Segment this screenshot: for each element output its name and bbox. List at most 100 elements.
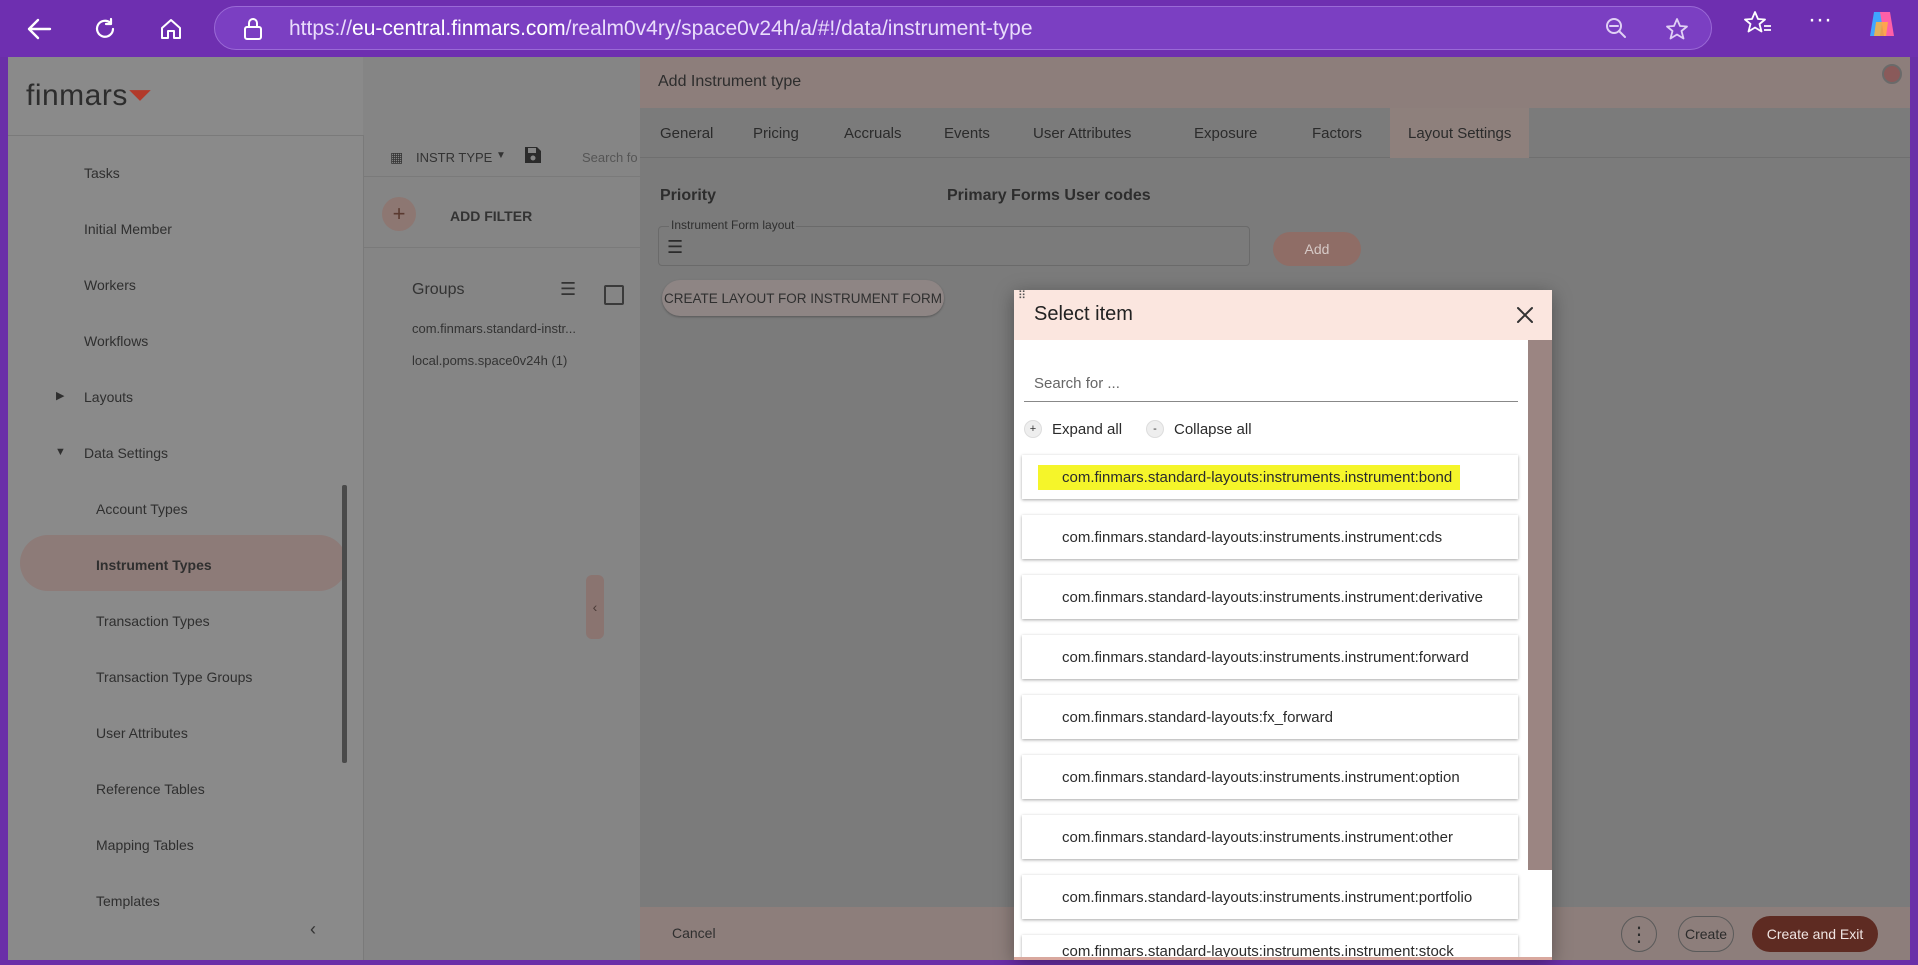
tab-general[interactable]: General: [642, 108, 731, 158]
group-item[interactable]: local.poms.space0v24h (1): [412, 353, 567, 368]
list-item[interactable]: com.finmars.standard-layouts:fx_forward: [1022, 695, 1518, 739]
refresh-icon[interactable]: [86, 10, 124, 48]
url-text[interactable]: https://eu-central.finmars.com/realm0v4r…: [289, 17, 1033, 41]
priority-label: Priority: [660, 187, 717, 204]
tab-factors[interactable]: Factors: [1294, 108, 1380, 158]
layout-toolbar: ▦ INSTR TYPE ▼ Search fo: [364, 135, 641, 177]
layout-grid-icon[interactable]: ▦: [390, 149, 403, 166]
list-item-label: com.finmars.standard-layouts:instruments…: [1062, 648, 1469, 666]
favorites-icon[interactable]: [1744, 10, 1772, 41]
list-item[interactable]: com.finmars.standard-layouts:instruments…: [1022, 875, 1518, 919]
close-icon[interactable]: [1516, 300, 1534, 331]
sidebar-item-layouts[interactable]: Layouts: [84, 389, 133, 405]
select-item-modal: ⠿ Select item + Expand all - Collapse al…: [1014, 290, 1552, 960]
list-item[interactable]: com.finmars.standard-layouts:instruments…: [1022, 815, 1518, 859]
list-item-label: com.finmars.standard-layouts:fx_forward: [1062, 708, 1333, 726]
copilot-icon[interactable]: [1866, 8, 1898, 47]
sidebar-item-workflows[interactable]: Workflows: [84, 333, 148, 349]
add-button[interactable]: Add: [1273, 232, 1361, 266]
list-item[interactable]: com.finmars.standard-layouts:instruments…: [1022, 515, 1518, 559]
finmars-logo[interactable]: finmars⏷: [26, 79, 152, 113]
create-layout-button[interactable]: CREATE LAYOUT FOR INSTRUMENT FORM: [662, 280, 944, 316]
add-filter-icon[interactable]: +: [382, 197, 416, 231]
divider: [364, 247, 641, 248]
minus-icon: -: [1146, 420, 1164, 438]
primary-forms-label: Primary Forms User codes: [947, 187, 1151, 204]
app-window: finmars⏷ Tasks Initial Member Workers Wo…: [8, 57, 1910, 960]
sidebar-item-data-settings[interactable]: Data Settings: [84, 445, 168, 461]
address-bar[interactable]: https://eu-central.finmars.com/realm0v4r…: [214, 6, 1712, 50]
logo-mark-icon: ⏷: [127, 79, 153, 112]
tab-layout-settings[interactable]: Layout Settings: [1390, 108, 1530, 158]
menu-icon[interactable]: ☰: [560, 279, 576, 300]
avatar[interactable]: [1882, 64, 1902, 84]
select-all-checkbox[interactable]: [604, 285, 624, 305]
dialog-title: Add Instrument type: [658, 73, 802, 90]
menu-icon[interactable]: ☰: [667, 237, 683, 258]
star-icon[interactable]: [1665, 17, 1689, 47]
caret-down-icon[interactable]: ▼: [55, 446, 66, 458]
cancel-button[interactable]: Cancel: [672, 925, 716, 941]
sidebar-item-templates[interactable]: Templates: [96, 893, 160, 909]
sidebar-item-user-attributes[interactable]: User Attributes: [96, 725, 188, 741]
list-item[interactable]: com.finmars.standard-layouts:instruments…: [1022, 755, 1518, 799]
list-item[interactable]: com.finmars.standard-layouts:instruments…: [1022, 635, 1518, 679]
chevron-left-icon[interactable]: ‹: [586, 575, 604, 639]
url-domain: eu-central.finmars.com: [352, 17, 566, 40]
sidebar-item-reference-tables[interactable]: Reference Tables: [96, 781, 205, 797]
collapse-all-label: Collapse all: [1174, 420, 1252, 438]
create-button[interactable]: Create: [1678, 916, 1734, 952]
list-item-label: com.finmars.standard-layouts:instruments…: [1038, 464, 1461, 490]
browser-toolbar: https://eu-central.finmars.com/realm0v4r…: [0, 0, 1918, 57]
sidebar-scrollbar[interactable]: [342, 485, 347, 763]
list-item-label: com.finmars.standard-layouts:instruments…: [1062, 528, 1443, 546]
sidebar: finmars⏷ Tasks Initial Member Workers Wo…: [8, 57, 363, 960]
chevron-left-icon[interactable]: ‹: [310, 919, 316, 940]
back-arrow-icon[interactable]: [20, 10, 58, 48]
sidebar-item-initial-member[interactable]: Initial Member: [84, 221, 172, 237]
tab-exposure[interactable]: Exposure: [1176, 108, 1275, 158]
instrument-form-layout-field[interactable]: Instrument Form layout ☰: [658, 218, 1250, 266]
modal-bottom-border: [1014, 957, 1552, 960]
sidebar-divider: [8, 135, 363, 136]
logo-text: finmars: [26, 79, 128, 112]
tab-accruals[interactable]: Accruals: [826, 108, 920, 158]
sidebar-item-mapping-tables[interactable]: Mapping Tables: [96, 837, 194, 853]
list-item-label: com.finmars.standard-layouts:instruments…: [1062, 888, 1473, 906]
search-input[interactable]: [1024, 366, 1518, 402]
sidebar-item-transaction-type-groups[interactable]: Transaction Type Groups: [96, 669, 252, 685]
tab-user-attributes[interactable]: User Attributes: [1015, 108, 1149, 158]
layout-name[interactable]: INSTR TYPE: [416, 150, 492, 165]
caret-right-icon[interactable]: ▶: [56, 389, 64, 402]
home-icon[interactable]: [152, 10, 190, 48]
caret-down-icon[interactable]: ▼: [496, 150, 506, 161]
collapse-all-button[interactable]: - Collapse all: [1146, 420, 1252, 438]
save-icon[interactable]: [524, 146, 542, 169]
modal-scrollbar[interactable]: [1528, 340, 1552, 870]
sidebar-item-instrument-types[interactable]: Instrument Types: [96, 557, 212, 573]
dialog-tabs: General Pricing Accruals Events User Att…: [640, 108, 1910, 158]
sidebar-item-account-types[interactable]: Account Types: [96, 501, 188, 517]
zoom-out-icon[interactable]: [1605, 17, 1627, 45]
list-item[interactable]: com.finmars.standard-layouts:instruments…: [1022, 575, 1518, 619]
more-vertical-icon[interactable]: ⋮: [1621, 916, 1657, 952]
plus-icon: +: [1024, 420, 1042, 438]
expand-all-button[interactable]: + Expand all: [1024, 420, 1122, 438]
drag-grip-icon[interactable]: ⠿: [1018, 291, 1026, 302]
add-filter-button[interactable]: ADD FILTER: [450, 208, 532, 224]
sidebar-item-tasks[interactable]: Tasks: [84, 165, 120, 181]
sidebar-item-transaction-types[interactable]: Transaction Types: [96, 613, 210, 629]
group-item[interactable]: com.finmars.standard-instr...: [412, 321, 576, 336]
sidebar-item-workers[interactable]: Workers: [84, 277, 136, 293]
search-input[interactable]: Search fo: [582, 150, 638, 165]
lock-icon[interactable]: [243, 17, 263, 46]
layout-panel: ▦ INSTR TYPE ▼ Search fo + ADD FILTER Gr…: [363, 135, 641, 960]
tab-events[interactable]: Events: [926, 108, 1008, 158]
more-icon[interactable]: ···: [1808, 6, 1832, 34]
list-item[interactable]: com.finmars.standard-layouts:instruments…: [1022, 455, 1518, 499]
tab-pricing[interactable]: Pricing: [735, 108, 817, 158]
create-and-exit-button[interactable]: Create and Exit: [1752, 916, 1878, 952]
url-path: /realm0v4ry/space0v24h/a/#!/data/instrum…: [565, 17, 1033, 40]
field-label: Instrument Form layout: [669, 218, 797, 232]
groups-title: Groups: [412, 281, 465, 298]
